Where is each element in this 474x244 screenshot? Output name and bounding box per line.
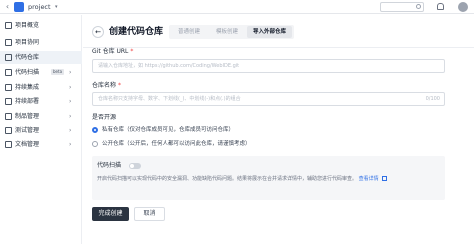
cancel-button[interactable]: 取消: [134, 207, 165, 221]
chevron-right-icon: ›: [69, 113, 72, 120]
user-avatar[interactable]: [458, 2, 468, 12]
project-name[interactable]: project: [28, 1, 51, 13]
repo-name-label-text: 仓库名称: [92, 82, 117, 89]
code-scan-description: 开启代码扫描可以实现代码中的安全漏洞、功能缺陷代码问题。结果将展示在合并请求详情…: [97, 175, 442, 183]
code-scan-toggle[interactable]: [129, 163, 141, 169]
sidebar-item-label: 持续集成: [15, 84, 40, 91]
overview-icon: [5, 22, 12, 29]
top-bar: ‹ project ▾: [0, 0, 474, 14]
sidebar-item-cd[interactable]: 持续部署 ›: [0, 95, 82, 108]
git-url-label: Git 仓库 URL *: [92, 48, 133, 56]
bell-icon[interactable]: [437, 3, 444, 10]
search-input[interactable]: [380, 2, 424, 12]
external-link-icon: [382, 176, 388, 181]
doc-icon: [5, 141, 12, 148]
git-url-input[interactable]: 请输入仓库地址，如 https://github.com/Coding/WebI…: [92, 59, 445, 73]
git-url-placeholder: 请输入仓库地址，如 https://github.com/Coding/WebI…: [98, 63, 240, 69]
sidebar-item-collab[interactable]: 项目协同: [0, 36, 82, 49]
main-content: ← 创建代码仓库 普通创建 模板创建 导入外部仓库 Git 仓库 URL * 请…: [83, 15, 474, 244]
git-url-label-text: Git 仓库 URL: [92, 48, 129, 55]
sidebar-item-label: 持续部署: [15, 98, 40, 105]
radio-private-label[interactable]: 私有仓库（仅对仓库成员可见，仓库成员可访问仓库）: [102, 126, 234, 134]
code-scan-panel: 代码扫描 开启代码扫描可以实现代码中的安全漏洞、功能缺陷代码问题。结果将展示在合…: [92, 156, 445, 200]
artifact-icon: [5, 113, 12, 120]
required-mark: *: [130, 48, 134, 55]
sidebar-item-doc[interactable]: 文档管理 ›: [0, 138, 82, 151]
toggle-knob: [130, 164, 134, 168]
radio-public-label[interactable]: 公开仓库（公开后，任何人都可以访问此仓库，请谨慎考虑）: [102, 140, 251, 148]
repo-name-input[interactable]: 仓库名称只支持字母、数字、下划线(_)、中划线(-)和点(.)的组合 0/100: [92, 92, 445, 106]
sidebar-item-scan[interactable]: 代码扫描 beta ›: [0, 66, 82, 79]
chevron-down-icon[interactable]: ▾: [55, 1, 58, 13]
sidebar-item-label: 代码仓库: [15, 54, 40, 61]
page-title: 创建代码仓库: [109, 27, 164, 37]
sidebar-item-label: 测试管理: [15, 127, 40, 134]
sidebar-item-label: 项目协同: [15, 39, 40, 46]
view-details-link[interactable]: 查看详情: [359, 176, 388, 182]
tab-normal-create[interactable]: 普通创建: [171, 26, 207, 38]
scan-icon: [5, 69, 12, 76]
project-avatar: [14, 2, 24, 12]
code-scan-title: 代码扫描: [97, 162, 122, 169]
repo-icon: [5, 54, 12, 61]
creation-mode-tabs: 普通创建 模板创建 导入外部仓库: [169, 25, 294, 39]
tab-template-create[interactable]: 模板创建: [209, 26, 245, 38]
cd-icon: [5, 98, 12, 105]
radio-public[interactable]: [92, 141, 98, 147]
chevron-right-icon: ›: [69, 84, 72, 91]
required-mark: *: [117, 82, 121, 89]
page-header: ← 创建代码仓库 普通创建 模板创建 导入外部仓库: [83, 15, 474, 48]
open-source-label: 是否开源: [92, 114, 117, 121]
view-details-text: 查看详情: [358, 176, 379, 182]
repo-name-label: 仓库名称 *: [92, 82, 121, 90]
sidebar: 项目概览 项目协同 代码仓库 代码扫描 beta › 持续集成 › 持续部署 ›…: [0, 15, 82, 244]
back-icon[interactable]: ‹: [3, 1, 12, 12]
chevron-right-icon: ›: [69, 127, 72, 134]
chevron-right-icon: ›: [69, 141, 72, 148]
test-icon: [5, 127, 12, 134]
sidebar-item-ci[interactable]: 持续集成 ›: [0, 81, 82, 94]
sidebar-item-test[interactable]: 测试管理 ›: [0, 124, 82, 137]
search-icon: [416, 4, 421, 9]
ci-icon: [5, 84, 12, 91]
sidebar-item-label: 项目概览: [15, 22, 40, 29]
repo-name-placeholder: 仓库名称只支持字母、数字、下划线(_)、中划线(-)和点(.)的组合: [98, 96, 241, 102]
beta-badge: beta: [51, 69, 65, 75]
complete-create-button[interactable]: 完成创建: [92, 207, 129, 221]
sidebar-item-label: 制品管理: [15, 113, 40, 120]
code-scan-description-text: 开启代码扫描可以实现代码中的安全漏洞、功能缺陷代码问题。结果将展示在合并请求详情…: [97, 176, 358, 182]
sidebar-item-label: 文档管理: [15, 141, 40, 148]
sidebar-item-artifact[interactable]: 制品管理 ›: [0, 110, 82, 123]
tab-import-external[interactable]: 导入外部仓库: [247, 26, 292, 38]
char-counter: 0/100: [425, 96, 440, 102]
sidebar-item-label: 代码扫描: [15, 69, 40, 76]
sidebar-item-repo[interactable]: 代码仓库: [0, 51, 82, 64]
chevron-right-icon: ›: [69, 98, 72, 105]
chevron-right-icon: ›: [69, 69, 72, 76]
back-button[interactable]: ←: [92, 26, 104, 38]
radio-private[interactable]: [92, 127, 98, 133]
collab-icon: [5, 39, 12, 46]
sidebar-item-overview[interactable]: 项目概览: [0, 19, 82, 32]
